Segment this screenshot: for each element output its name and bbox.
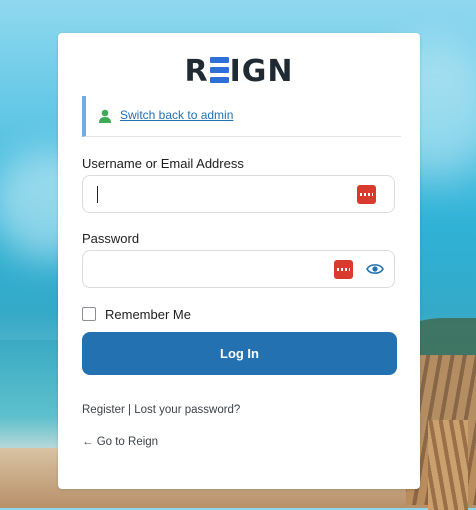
logo-text-prefix: R xyxy=(184,54,209,89)
password-manager-icon[interactable] xyxy=(357,185,376,204)
remember-me-checkbox[interactable] xyxy=(82,307,96,321)
switch-back-to-admin-link[interactable]: Switch back to admin xyxy=(120,108,233,122)
back-to-site: ← Go to Reign xyxy=(82,436,158,448)
links-separator: | xyxy=(124,404,135,416)
switch-user-notice: Switch back to admin xyxy=(82,96,401,137)
login-card: R IGN Switch back to admin Username or Em… xyxy=(58,33,420,489)
remember-me-label: Remember Me xyxy=(105,306,191,322)
text-cursor xyxy=(97,186,98,203)
login-button[interactable]: Log In xyxy=(82,332,397,375)
password-label: Password xyxy=(82,231,140,246)
username-input[interactable] xyxy=(82,175,395,213)
username-label: Username or Email Address xyxy=(82,156,244,171)
login-links: Register | Lost your password? xyxy=(82,404,240,416)
go-to-site-link[interactable]: ← Go to Reign xyxy=(82,436,158,448)
remember-me-row[interactable]: Remember Me xyxy=(82,306,191,322)
site-logo[interactable]: R IGN xyxy=(58,54,420,89)
logo-text-suffix: IGN xyxy=(229,54,294,89)
user-icon xyxy=(99,109,111,123)
lost-password-link[interactable]: Lost your password? xyxy=(134,404,240,416)
password-manager-icon[interactable] xyxy=(334,260,353,279)
logo-e-mark-icon xyxy=(209,57,229,83)
background-beach-chair xyxy=(428,420,468,510)
password-input[interactable] xyxy=(82,250,395,288)
show-password-eye-icon[interactable] xyxy=(366,262,384,276)
register-link[interactable]: Register xyxy=(82,404,125,416)
